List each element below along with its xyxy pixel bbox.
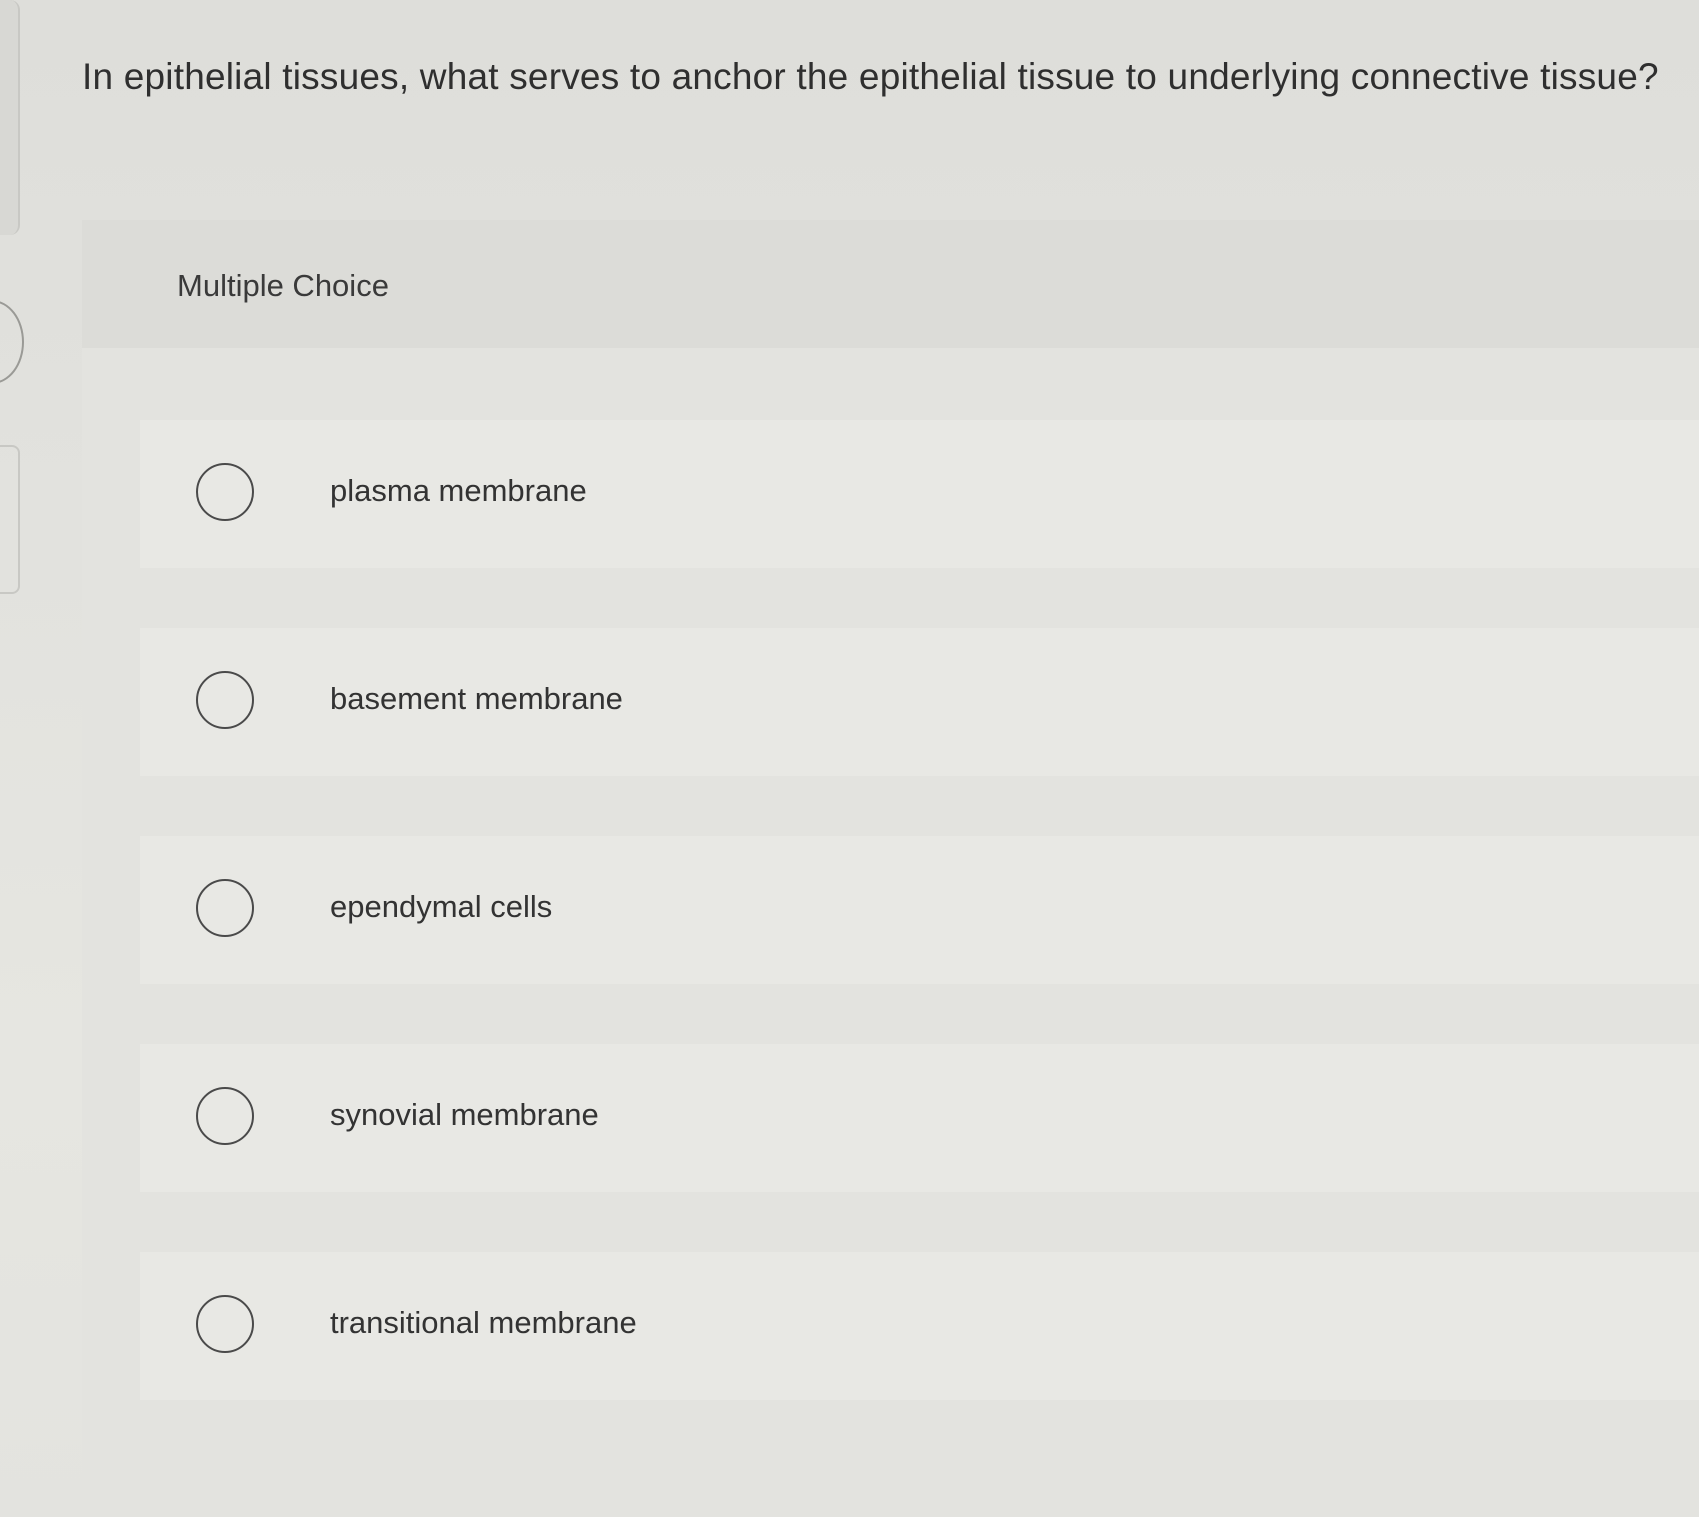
answer-label[interactable]: basement membrane: [330, 678, 623, 720]
answer-options: plasma membrane basement membrane ependy…: [140, 420, 1699, 1460]
panel-title: Multiple Choice: [177, 268, 389, 303]
radio-button[interactable]: [196, 1087, 254, 1145]
answer-label[interactable]: synovial membrane: [330, 1094, 599, 1136]
left-edge-panel: [0, 0, 20, 235]
page: In epithelial tissues, what serves to an…: [0, 0, 1699, 1517]
answer-option[interactable]: ependymal cells: [140, 836, 1699, 984]
radio-button[interactable]: [196, 1295, 254, 1353]
radio-button[interactable]: [196, 879, 254, 937]
answer-label[interactable]: transitional membrane: [330, 1302, 637, 1344]
panel-header: Multiple Choice: [82, 220, 1699, 348]
answer-option[interactable]: transitional membrane: [140, 1252, 1699, 1400]
answer-option[interactable]: synovial membrane: [140, 1044, 1699, 1192]
answer-option[interactable]: basement membrane: [140, 628, 1699, 776]
radio-button[interactable]: [196, 463, 254, 521]
answer-label[interactable]: ependymal cells: [330, 886, 552, 928]
answer-option[interactable]: plasma membrane: [140, 420, 1699, 568]
multiple-choice-panel: Multiple Choice plasma membrane basement…: [82, 220, 1699, 1517]
left-edge-tab[interactable]: [0, 445, 20, 594]
answer-label[interactable]: plasma membrane: [330, 470, 587, 512]
radio-button[interactable]: [196, 671, 254, 729]
question-text: In epithelial tissues, what serves to an…: [82, 56, 1659, 97]
left-edge-nav-icon[interactable]: [0, 300, 24, 384]
